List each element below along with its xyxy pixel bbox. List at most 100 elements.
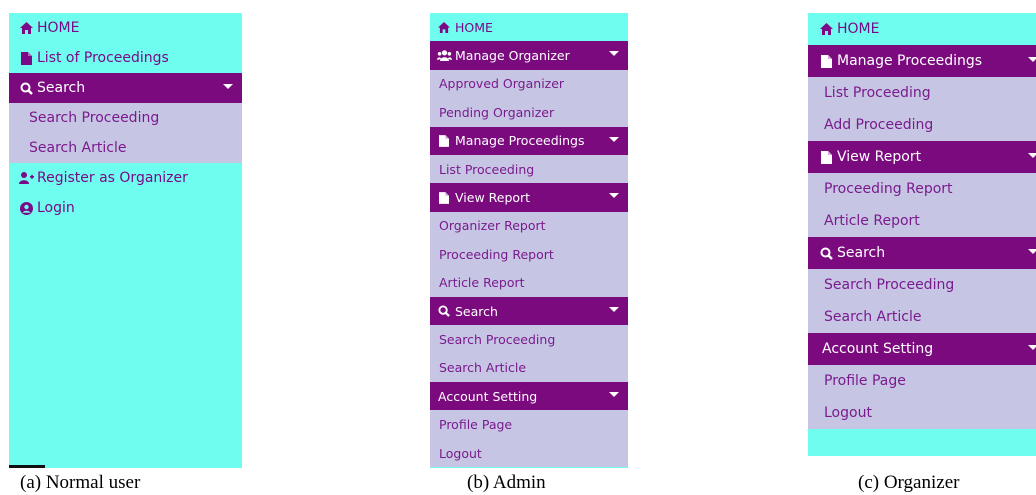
nav-organizer-report[interactable]: Organizer Report: [430, 211, 628, 241]
menu-header-account-setting-label: Account Setting: [822, 341, 934, 357]
nav-logout[interactable]: Logout: [430, 438, 628, 468]
chevron-down-icon: [609, 306, 619, 312]
user-plus-icon: [18, 171, 34, 185]
nav-add-proceeding-label: Add Proceeding: [824, 117, 934, 133]
nav-home[interactable]: HOME: [430, 13, 628, 41]
file-icon: [18, 51, 34, 65]
nav-list-proceedings-label: List of Proceedings: [37, 50, 169, 66]
nav-profile-page[interactable]: Profile Page: [430, 410, 628, 439]
home-icon: [818, 22, 834, 36]
search-icon: [18, 81, 34, 95]
nav-list-proceeding[interactable]: List Proceeding: [430, 154, 628, 184]
menu-header-manage-organizer-label: Manage Organizer: [455, 48, 570, 64]
menu-header-view-report[interactable]: View Report: [430, 183, 628, 212]
nav-home-label: HOME: [37, 20, 80, 36]
menu-header-search[interactable]: Search: [808, 237, 1036, 269]
nav-home-label: HOME: [837, 21, 880, 37]
menu-header-account-setting-label: Account Setting: [438, 388, 538, 404]
menu-header-search-label: Search: [837, 245, 886, 261]
nav-list-proceeding-label: List Proceeding: [824, 85, 931, 101]
nav-article-report-label: Article Report: [824, 213, 920, 229]
caption-normal-user: (a) Normal user: [20, 472, 141, 493]
nav-search-proceeding[interactable]: Search Proceeding: [9, 103, 242, 133]
nav-search-proceeding[interactable]: Search Proceeding: [808, 269, 1036, 301]
nav-profile-page-label: Profile Page: [824, 373, 906, 389]
nav-search-proceeding-label: Search Proceeding: [824, 277, 955, 293]
caption-admin: (b) Admin: [467, 472, 546, 493]
sidebar-normal-user: HOME List of Proceedings Search Search P…: [9, 13, 242, 468]
chevron-down-icon: [1028, 57, 1036, 62]
chevron-down-icon: [609, 136, 619, 142]
nav-organizer-report-label: Organizer Report: [439, 218, 546, 234]
menu-header-account-setting[interactable]: Account Setting: [430, 382, 628, 411]
scrollbar-mark: [9, 465, 45, 468]
nav-search-article[interactable]: Search Article: [808, 301, 1036, 333]
nav-home[interactable]: HOME: [808, 13, 1036, 45]
menu-header-view-report-label: View Report: [837, 149, 922, 165]
users-icon: [436, 49, 452, 63]
nav-home[interactable]: HOME: [9, 13, 242, 43]
menu-header-manage-proceedings-label: Manage Proceedings: [455, 133, 585, 149]
nav-article-report[interactable]: Article Report: [808, 205, 1036, 237]
nav-search-proceeding[interactable]: Search Proceeding: [430, 325, 628, 354]
nav-search-article-label: Search Article: [29, 140, 127, 156]
nav-profile-page-label: Profile Page: [439, 417, 513, 433]
search-icon: [436, 304, 452, 318]
menu-header-view-report-label: View Report: [455, 190, 531, 206]
caption-organizer: (c) Organizer: [858, 472, 960, 493]
menu-header-search-label: Search: [455, 303, 498, 319]
nav-list-proceeding[interactable]: List Proceeding: [808, 77, 1036, 109]
nav-search-proceeding-label: Search Proceeding: [439, 331, 556, 347]
nav-logout-label: Logout: [439, 445, 482, 461]
chevron-down-icon: [1028, 249, 1036, 254]
nav-list-proceedings[interactable]: List of Proceedings: [9, 43, 242, 73]
menu-header-search-label: Search: [37, 80, 86, 96]
nav-add-proceeding[interactable]: Add Proceeding: [808, 109, 1036, 141]
sidebar-organizer: HOME Manage Proceedings List Proceeding …: [808, 13, 1036, 456]
chevron-down-icon: [609, 193, 619, 199]
nav-search-article-label: Search Article: [824, 309, 922, 325]
nav-pending-organizer-label: Pending Organizer: [439, 104, 555, 120]
nav-home-label: HOME: [455, 19, 493, 35]
menu-header-manage-organizer[interactable]: Manage Organizer: [430, 41, 628, 70]
nav-proceeding-report-label: Proceeding Report: [824, 181, 953, 197]
file-icon: [436, 191, 452, 205]
menu-header-search[interactable]: Search: [430, 296, 628, 326]
nav-proceeding-report[interactable]: Proceeding Report: [808, 173, 1036, 205]
sidebar-admin: HOME Manage Organizer Approved Organizer…: [430, 13, 628, 468]
nav-approved-organizer-label: Approved Organizer: [439, 76, 565, 92]
nav-search-proceeding-label: Search Proceeding: [29, 110, 160, 126]
chevron-down-icon: [223, 84, 233, 89]
file-icon: [818, 54, 834, 68]
user-circle-icon: [18, 201, 34, 215]
menu-header-view-report[interactable]: View Report: [808, 141, 1036, 173]
nav-proceeding-report[interactable]: Proceeding Report: [430, 240, 628, 269]
menu-header-account-setting[interactable]: Account Setting: [808, 333, 1036, 365]
nav-pending-organizer[interactable]: Pending Organizer: [430, 98, 628, 127]
nav-list-proceeding-label: List Proceeding: [439, 161, 535, 177]
nav-login-label: Login: [37, 200, 75, 216]
file-icon: [436, 134, 452, 148]
nav-article-report[interactable]: Article Report: [430, 268, 628, 297]
nav-search-article[interactable]: Search Article: [9, 133, 242, 163]
nav-search-article[interactable]: Search Article: [430, 353, 628, 383]
nav-search-article-label: Search Article: [439, 360, 527, 376]
chevron-down-icon: [609, 51, 619, 57]
menu-header-manage-proceedings[interactable]: Manage Proceedings: [430, 126, 628, 155]
menu-header-manage-proceedings[interactable]: Manage Proceedings: [808, 45, 1036, 77]
nav-register-organizer-label: Register as Organizer: [37, 170, 188, 186]
chevron-down-icon: [1028, 153, 1036, 158]
nav-profile-page[interactable]: Profile Page: [808, 365, 1036, 397]
menu-header-manage-proceedings-label: Manage Proceedings: [837, 53, 983, 69]
home-icon: [436, 20, 452, 34]
nav-proceeding-report-label: Proceeding Report: [439, 246, 554, 262]
menu-header-search[interactable]: Search: [9, 73, 242, 103]
file-icon: [818, 150, 834, 164]
search-icon: [818, 246, 834, 260]
nav-logout[interactable]: Logout: [808, 397, 1036, 429]
nav-logout-label: Logout: [824, 405, 872, 421]
nav-approved-organizer[interactable]: Approved Organizer: [430, 69, 628, 99]
nav-login[interactable]: Login: [9, 193, 242, 223]
nav-register-organizer[interactable]: Register as Organizer: [9, 163, 242, 193]
home-icon: [18, 21, 34, 35]
